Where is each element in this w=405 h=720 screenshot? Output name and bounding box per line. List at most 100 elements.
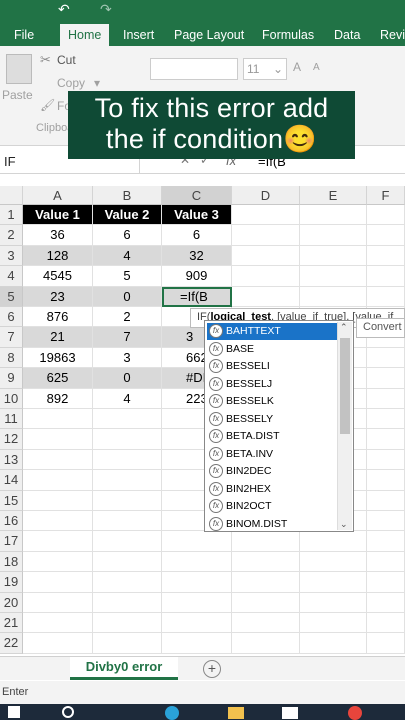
cell-a17[interactable]	[23, 531, 93, 552]
cell-a13[interactable]	[23, 449, 93, 471]
row-header-19[interactable]: 19	[0, 572, 23, 593]
cell-d4[interactable]	[232, 266, 300, 287]
cell-c2[interactable]: 6	[162, 225, 232, 246]
cell-a3[interactable]: 128	[23, 245, 93, 267]
cell-b11[interactable]	[93, 409, 162, 430]
cell-a8[interactable]: 19863	[23, 347, 93, 369]
cell-a15[interactable]	[23, 490, 93, 511]
row-header-1[interactable]: 1	[0, 205, 23, 226]
function-item-binom-dist[interactable]: fx BINOM.DIST	[207, 516, 340, 533]
decrease-font-icon[interactable]: A	[313, 62, 320, 73]
cell-d21[interactable]	[232, 613, 300, 634]
cell-b19[interactable]	[93, 572, 162, 593]
row-header-3[interactable]: 3	[0, 245, 23, 267]
row-header-5[interactable]: 5	[0, 286, 23, 307]
cell-d22[interactable]	[232, 633, 300, 654]
row-header-9[interactable]: 9	[0, 368, 23, 389]
cell-d5[interactable]	[232, 286, 300, 307]
function-item-bin2hex[interactable]: fx BIN2HEX	[207, 481, 340, 498]
cell-e18[interactable]	[300, 551, 367, 573]
row-header-6[interactable]: 6	[0, 307, 23, 328]
tab-review[interactable]: Revi	[380, 24, 405, 46]
tab-home[interactable]: Home	[60, 24, 110, 46]
autocomplete-scrollbar[interactable]: ⌃ ⌄	[337, 322, 352, 530]
cell-e3[interactable]	[300, 245, 367, 267]
paste-button[interactable]: Paste	[2, 88, 33, 102]
cell-b1[interactable]: Value 2	[93, 205, 162, 226]
column-header-a[interactable]: A	[23, 186, 93, 205]
cell-f17[interactable]	[367, 531, 405, 552]
active-cell-c5[interactable]	[162, 286, 232, 307]
row-header-15[interactable]: 15	[0, 490, 23, 511]
column-header-c[interactable]: C	[162, 186, 232, 205]
cell-b7[interactable]: 7	[93, 327, 162, 348]
row-header-2[interactable]: 2	[0, 225, 23, 246]
cell-f14[interactable]	[367, 470, 405, 491]
cell-a9[interactable]: 625	[23, 368, 93, 389]
paste-icon[interactable]	[6, 54, 32, 84]
cut-button[interactable]: Cut	[57, 53, 76, 67]
column-header-d[interactable]: D	[232, 186, 300, 205]
row-header-4[interactable]: 4	[0, 266, 23, 287]
scroll-up-icon[interactable]: ⌃	[340, 322, 348, 333]
cell-a20[interactable]	[23, 592, 93, 613]
cell-f4[interactable]	[367, 266, 405, 287]
cell-c4[interactable]: 909	[162, 266, 232, 287]
tab-page-layout[interactable]: Page Layout	[174, 24, 244, 46]
cell-a4[interactable]: 4545	[23, 266, 93, 287]
copy-dropdown-icon[interactable]: ▾	[94, 76, 100, 90]
cell-d20[interactable]	[232, 592, 300, 613]
cell-f15[interactable]	[367, 490, 405, 511]
font-size-select[interactable]: 11 ⌄	[243, 58, 287, 80]
cell-a2[interactable]: 36	[23, 225, 93, 246]
scroll-down-icon[interactable]: ⌄	[340, 519, 348, 530]
cell-f9[interactable]	[367, 368, 405, 389]
cell-f11[interactable]	[367, 409, 405, 430]
cell-c21[interactable]	[162, 613, 232, 634]
tab-insert[interactable]: Insert	[123, 24, 154, 46]
cell-f10[interactable]	[367, 388, 405, 409]
cell-a10[interactable]: 892	[23, 388, 93, 409]
cell-b17[interactable]	[93, 531, 162, 552]
cell-e19[interactable]	[300, 572, 367, 593]
cell-e1[interactable]	[300, 205, 367, 226]
cell-f3[interactable]	[367, 245, 405, 267]
tab-file[interactable]: File	[14, 24, 34, 46]
cell-e22[interactable]	[300, 633, 367, 654]
cell-d2[interactable]	[232, 225, 300, 246]
cell-d17[interactable]	[232, 531, 300, 552]
row-header-7[interactable]: 7	[0, 327, 23, 348]
cell-d18[interactable]	[232, 551, 300, 573]
cell-d3[interactable]	[232, 245, 300, 267]
column-header-e[interactable]: E	[300, 186, 367, 205]
cell-f21[interactable]	[367, 613, 405, 634]
search-icon[interactable]	[62, 706, 74, 718]
function-item-beta-dist[interactable]: fx BETA.DIST	[207, 428, 340, 445]
cell-b12[interactable]	[93, 429, 162, 450]
cell-c3[interactable]: 32	[162, 245, 232, 267]
cell-d1[interactable]	[232, 205, 300, 226]
cell-f13[interactable]	[367, 449, 405, 471]
function-item-base[interactable]: fx BASE	[207, 341, 340, 358]
tab-data[interactable]: Data	[334, 24, 360, 46]
cell-e4[interactable]	[300, 266, 367, 287]
function-item-besselk[interactable]: fx BESSELK	[207, 393, 340, 410]
cell-c20[interactable]	[162, 592, 232, 613]
cell-c22[interactable]	[162, 633, 232, 654]
select-all-corner[interactable]	[0, 186, 23, 205]
cell-e20[interactable]	[300, 592, 367, 613]
cell-a22[interactable]	[23, 633, 93, 654]
cell-f1[interactable]	[367, 205, 405, 226]
row-header-17[interactable]: 17	[0, 531, 23, 552]
cell-a18[interactable]	[23, 551, 93, 573]
redo-icon[interactable]: ↷	[100, 1, 112, 18]
function-item-besseli[interactable]: fx BESSELI	[207, 358, 340, 375]
cell-f22[interactable]	[367, 633, 405, 654]
cell-b3[interactable]: 4	[93, 245, 162, 267]
cell-a5[interactable]: 23	[23, 286, 93, 307]
cell-f19[interactable]	[367, 572, 405, 593]
cell-a7[interactable]: 21	[23, 327, 93, 348]
row-header-13[interactable]: 13	[0, 449, 23, 471]
cell-c19[interactable]	[162, 572, 232, 593]
copy-button[interactable]: Copy	[57, 76, 85, 90]
